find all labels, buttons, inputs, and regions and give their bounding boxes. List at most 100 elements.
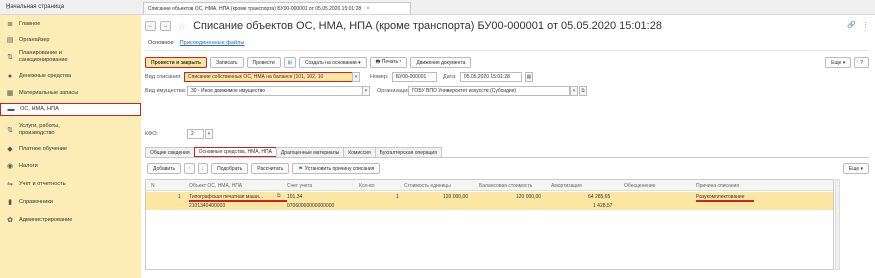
sidebar-item-planning[interactable]: ⇅ Планирование и санкционирование xyxy=(0,49,141,65)
menu-icon: ≣ xyxy=(7,21,13,28)
kfo-dropdown[interactable]: ▾ xyxy=(205,129,213,139)
column-header-n[interactable]: N xyxy=(151,180,155,191)
planning-icon: ⇅ xyxy=(7,54,13,61)
sidebar-item-stock[interactable]: ▦ Материальные запасы xyxy=(0,88,141,98)
doc-tab-label: Списание объектов ОС, НМА, НПА (кроме тр… xyxy=(148,5,362,12)
row-qty[interactable]: 1 xyxy=(396,194,399,200)
organization-label: Организация: xyxy=(377,88,412,94)
column-header-qty[interactable]: Кол-во xyxy=(359,180,375,191)
close-icon[interactable]: × xyxy=(366,6,370,12)
more-button[interactable]: Еще ▾ xyxy=(825,57,852,68)
more-icon[interactable]: ⋮ xyxy=(862,21,869,29)
sidebar: ≣ Главное ▤ Органайзер ⇅ Планирование и … xyxy=(0,15,141,278)
sidebar-item-main[interactable]: ≣ Главное xyxy=(0,19,141,29)
assets-icon: ▬ xyxy=(7,106,15,113)
home-tab[interactable]: ⌂ Начальная страница xyxy=(0,0,141,15)
row-unit-cost[interactable]: 120 000,00 xyxy=(443,194,468,200)
home-tab-label: Начальная страница xyxy=(6,4,65,10)
sidebar-item-books[interactable]: ▮ Справочники xyxy=(0,197,141,207)
column-header-book-value[interactable]: Балансовая стоимость xyxy=(479,180,532,191)
highlight-underline-reason xyxy=(696,200,754,202)
form-tabs: Общие сведения Основные средства, НМА, Н… xyxy=(145,147,442,157)
sidebar-item-label: Справочники xyxy=(19,198,53,205)
sidebar-item-money[interactable]: ● Денежные средства xyxy=(0,71,141,81)
sidebar-item-services[interactable]: ⇅ Услуги, работы, производство xyxy=(0,122,141,138)
calendar-icon[interactable]: ▦ xyxy=(525,72,533,82)
column-header-impairment[interactable]: Обесценение xyxy=(624,180,655,191)
number-field[interactable]: БУ00-000001 xyxy=(392,72,437,82)
row-account[interactable]: 101.34 xyxy=(287,194,302,200)
calendar-icon: ▤ xyxy=(6,37,14,44)
command-bar: Провести и закрыть Записать Провести ⊞ С… xyxy=(145,57,472,68)
print-button[interactable]: 🖶 Печать ▾ xyxy=(369,57,408,68)
table-scrollbar[interactable] xyxy=(835,179,840,270)
post-and-close-button[interactable]: Провести и закрыть xyxy=(145,57,208,68)
date-field[interactable]: 05.05.2020 15:01:28 xyxy=(460,72,522,82)
save-button[interactable]: Записать xyxy=(210,57,244,68)
structure-icon[interactable]: ⊞ xyxy=(283,57,296,68)
document-movements-button[interactable]: Движения документа xyxy=(410,57,472,68)
kfo-field[interactable]: 2 xyxy=(187,129,204,139)
property-type-label: Вид имущества: xyxy=(145,88,187,94)
sidebar-item-assets[interactable]: ▬ ОС, НМА, НПА xyxy=(0,103,141,116)
column-header-unit-cost[interactable]: Стоимость единицы xyxy=(404,180,451,191)
reports-icon: ⇋ xyxy=(7,181,13,188)
organization-dropdown[interactable]: ▾ xyxy=(570,86,578,96)
add-button[interactable]: Добавить xyxy=(147,163,182,174)
row-account-sub: 07060000000000000 xyxy=(287,203,335,209)
row-object-code: 2101340400003 xyxy=(189,203,226,209)
column-header-reason[interactable]: Причина списания xyxy=(696,180,739,191)
open-object-icon[interactable]: ⧉ xyxy=(277,193,281,199)
property-type-field[interactable]: 30 - Иное движимое имущество xyxy=(187,86,364,96)
set-reason-button[interactable]: ⚑ Установить причину списания xyxy=(292,163,381,174)
open-link-icon[interactable]: ⧉ xyxy=(579,86,587,96)
number-label: Номер: xyxy=(370,74,389,80)
row-amortization[interactable]: 64 285,65 xyxy=(588,194,610,200)
taxes-icon: ◉ xyxy=(6,163,14,170)
link-icon[interactable]: 🔗 xyxy=(847,21,856,29)
tab-commission[interactable]: Комиссия xyxy=(343,147,376,157)
column-header-object[interactable]: Объект ОС, НМА, НПА xyxy=(189,180,242,191)
move-up-icon[interactable]: ↑ xyxy=(184,163,195,174)
sidebar-item-label: Главное xyxy=(19,20,41,27)
back-button[interactable]: ← xyxy=(145,21,156,31)
writeoff-type-dropdown[interactable]: ▾ xyxy=(352,72,360,82)
writeoff-type-field[interactable]: Списание собственных ОС, НМА на балансе … xyxy=(184,72,355,82)
property-type-dropdown[interactable]: ▾ xyxy=(362,86,370,96)
favorite-star-icon[interactable]: ☆ xyxy=(178,21,186,32)
post-button[interactable]: Провести xyxy=(246,57,281,68)
divider xyxy=(145,50,869,51)
help-button[interactable]: ? xyxy=(854,57,869,68)
sidebar-item-label: Учет и отчетность xyxy=(19,180,66,187)
writeoff-type-label: Вид списания: xyxy=(145,74,182,80)
organization-field[interactable]: ГОБУ ВПО Университет искусств (Субсидия) xyxy=(408,86,570,96)
set-reason-label: Установить причину списания xyxy=(304,165,375,172)
sidebar-item-education[interactable]: ◆ Платное обучение xyxy=(0,144,141,154)
tab-precious-materials[interactable]: Драгоценные материалы xyxy=(275,147,345,157)
stock-icon: ▦ xyxy=(6,90,14,97)
tab-accounting-operation[interactable]: Бухгалтерская операция xyxy=(374,147,442,157)
sidebar-item-reports[interactable]: ⇋ Учет и отчетность xyxy=(0,179,141,189)
sidebar-item-organizer[interactable]: ▤ Органайзер xyxy=(0,35,141,45)
forward-button[interactable]: → xyxy=(160,21,171,31)
sidebar-item-label: Администрирование xyxy=(19,216,73,223)
link-attached-files[interactable]: Присоединенные файлы xyxy=(180,40,245,46)
tab-general[interactable]: Общие сведения xyxy=(145,147,195,157)
services-icon: ⇅ xyxy=(7,127,13,134)
tab-document[interactable]: Списание объектов ОС, НМА, НПА (кроме тр… xyxy=(143,2,411,14)
sidebar-item-taxes[interactable]: ◉ Налоги xyxy=(0,161,141,171)
select-button[interactable]: Подобрать xyxy=(211,163,249,174)
calculate-button[interactable]: Рассчитать xyxy=(251,163,290,174)
link-main[interactable]: Основное xyxy=(148,40,174,46)
tab-fixed-assets[interactable]: Основные средства, НМА, НПА xyxy=(193,147,277,157)
command-bar-right: Еще ▾ ? xyxy=(825,57,869,68)
row-number: 1 xyxy=(178,194,181,200)
column-header-account[interactable]: Счет учета xyxy=(287,180,312,191)
highlight-underline-object xyxy=(189,200,287,202)
table-more-button[interactable]: Еще ▾ xyxy=(842,163,869,174)
create-based-on-button[interactable]: Создать на основании ▾ xyxy=(298,57,367,68)
row-book-value[interactable]: 120 000,00 xyxy=(516,194,541,200)
move-down-icon[interactable]: ↓ xyxy=(197,163,209,174)
column-header-amortization[interactable]: Амортизация xyxy=(551,180,582,191)
sidebar-item-admin[interactable]: ✿ Администрирование xyxy=(0,215,141,225)
